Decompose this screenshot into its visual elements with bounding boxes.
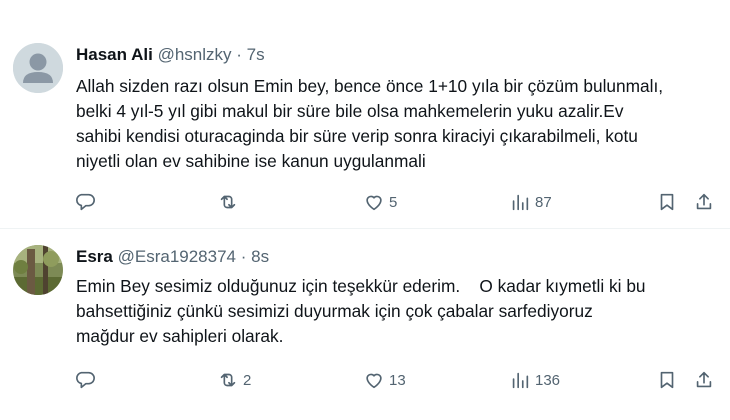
share-button[interactable]: [693, 365, 715, 395]
views-count: 87: [535, 193, 552, 211]
tweet-esra[interactable]: Esra @Esra1928374 · 8s Emin Bey sesimiz …: [0, 229, 730, 420]
separator-dot: ·: [236, 45, 242, 64]
separator-dot: ·: [240, 247, 247, 266]
like-button[interactable]: 5: [363, 187, 397, 217]
bookmark-icon: [660, 193, 674, 211]
share-icon: [696, 193, 712, 210]
default-avatar[interactable]: [13, 43, 63, 93]
timestamp[interactable]: 7s: [247, 45, 265, 64]
bookmark-button[interactable]: [656, 187, 678, 217]
views-button[interactable]: 136: [509, 365, 560, 395]
display-name[interactable]: Esra: [76, 247, 113, 266]
tweet-text: Emin Bey sesimiz olduğunuz için teşekkür…: [76, 274, 726, 349]
timestamp[interactable]: 8s: [251, 247, 269, 266]
views-button[interactable]: 87: [509, 187, 552, 217]
repost-count: 2: [243, 371, 252, 389]
avatar[interactable]: [13, 245, 63, 295]
display-name[interactable]: Hasan Ali: [76, 45, 153, 64]
action-bar: 2 13 136: [0, 365, 730, 395]
tweet-text: Allah sizden razı olsun Emin bey, bence …: [76, 74, 726, 174]
bookmark-button[interactable]: [656, 365, 678, 395]
reply-button[interactable]: [74, 187, 100, 217]
action-bar: 5 87: [0, 187, 730, 217]
tweet-header: Hasan Ali @hsnlzky · 7s: [76, 45, 265, 65]
like-count: 5: [389, 193, 398, 211]
repost-icon: [220, 373, 236, 387]
views-count: 136: [535, 371, 561, 389]
repost-icon: [220, 195, 236, 209]
share-icon: [696, 371, 712, 388]
user-handle[interactable]: @Esra1928374: [118, 247, 236, 266]
reply-icon: [76, 371, 95, 389]
share-button[interactable]: [693, 187, 715, 217]
user-handle[interactable]: @hsnlzky: [158, 45, 232, 64]
text-line: mağdur ev sahipleri olarak.: [76, 326, 284, 346]
reply-icon: [76, 193, 95, 211]
text-line: sahibi kendisi oturacaginda bir süre ver…: [76, 126, 638, 146]
views-icon: [512, 194, 529, 211]
forest-photo-avatar: [13, 245, 63, 295]
text-line: Allah sizden razı olsun Emin bey, bence …: [76, 76, 664, 96]
text-line: bahsettiğiniz çünkü sesimizi duyurmak iç…: [76, 301, 593, 321]
person-silhouette-icon: [13, 43, 63, 93]
views-icon: [512, 372, 529, 389]
bookmark-icon: [660, 371, 674, 389]
text-line: niyetli olan ev sahibine ise kanun uygul…: [76, 151, 426, 171]
like-icon: [366, 195, 382, 211]
repost-button[interactable]: 2: [217, 365, 251, 395]
text-line: belki 4 yıl-5 yıl gibi makul bir süre bi…: [76, 101, 624, 121]
like-count: 13: [389, 371, 406, 389]
repost-button[interactable]: [217, 187, 243, 217]
like-icon: [366, 373, 382, 389]
reply-button[interactable]: [74, 365, 100, 395]
text-line: Emin Bey sesimiz olduğunuz için teşekkür…: [76, 276, 646, 296]
tweet-hasan-ali[interactable]: Hasan Ali @hsnlzky · 7s Allah sizden raz…: [0, 0, 730, 228]
like-button[interactable]: 13: [363, 365, 406, 395]
tweet-header: Esra @Esra1928374 · 8s: [76, 247, 269, 267]
